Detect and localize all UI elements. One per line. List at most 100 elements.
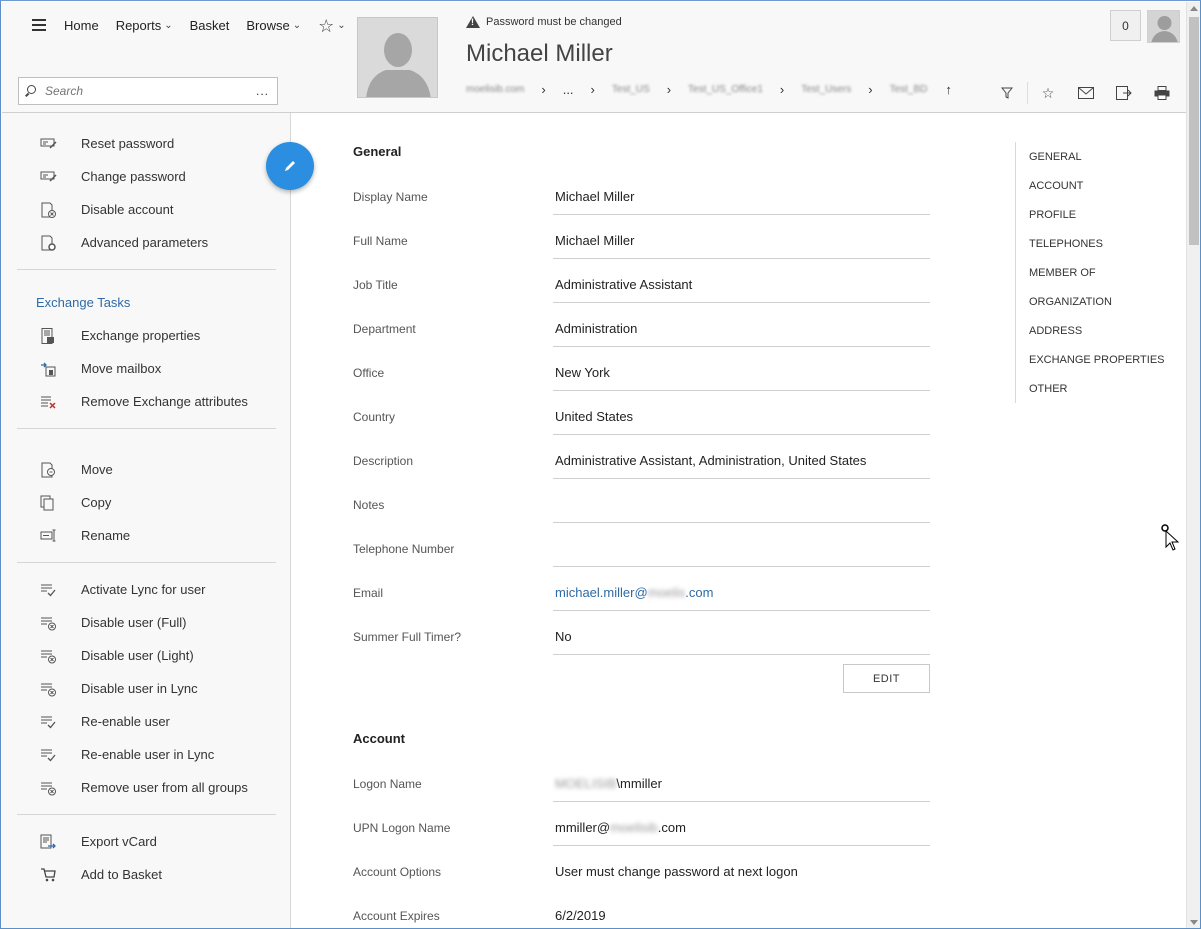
sidebar-item-label: Advanced parameters <box>81 235 209 250</box>
breadcrumb-item[interactable]: Test_US_Office1 <box>688 84 763 95</box>
field-value: Michael Miller <box>555 233 635 248</box>
section-nav-profile[interactable]: PROFILE <box>1016 200 1185 229</box>
nav-home[interactable]: Home <box>64 18 99 33</box>
sidebar-item-disable-user-full[interactable]: Disable user (Full) <box>17 606 276 639</box>
disable-user-light-icon <box>40 648 58 664</box>
field-underline <box>553 434 930 435</box>
sidebar-item-exchange-properties[interactable]: Exchange properties <box>17 319 276 352</box>
menu-icon[interactable] <box>32 19 46 31</box>
edit-fab-button[interactable] <box>266 142 314 190</box>
current-user-avatar[interactable] <box>1147 10 1180 43</box>
section-nav: GENERAL ACCOUNT PROFILE TELEPHONES MEMBE… <box>1015 142 1185 403</box>
sidebar-item-disable-user-light[interactable]: Disable user (Light) <box>17 639 276 672</box>
email-link[interactable]: michael.miller@moelis.com <box>555 585 713 600</box>
field-underline <box>553 845 930 846</box>
print-icon[interactable] <box>1152 85 1172 101</box>
arrow-up-icon[interactable]: ↑ <box>945 82 952 97</box>
nav-reports[interactable]: Reports ⌄ <box>116 18 173 33</box>
basket-count-badge[interactable]: 0 <box>1110 10 1141 41</box>
field-label: Account Expires <box>353 909 440 923</box>
sidebar: Reset password Change password Disable a… <box>2 113 291 928</box>
email-icon[interactable] <box>1076 85 1096 101</box>
breadcrumb-item[interactable]: Test_US <box>612 84 650 95</box>
section-nav-telephones[interactable]: TELEPHONES <box>1016 229 1185 258</box>
sidebar-group-password: Reset password Change password Disable a… <box>17 127 276 270</box>
scroll-up-icon[interactable] <box>1190 6 1198 11</box>
section-nav-member-of[interactable]: MEMBER OF <box>1016 258 1185 287</box>
chevron-down-icon: ⌄ <box>337 20 346 31</box>
sidebar-item-move[interactable]: Move <box>17 453 276 486</box>
edit-button[interactable]: EDIT <box>843 664 930 693</box>
field-label: Job Title <box>353 278 398 292</box>
sidebar-item-disable-account[interactable]: Disable account <box>17 193 276 226</box>
section-nav-account[interactable]: ACCOUNT <box>1016 171 1185 200</box>
scrollbar-thumb[interactable] <box>1189 17 1199 245</box>
favorite-star-icon[interactable]: ☆ <box>1038 85 1058 101</box>
field-underline <box>553 801 930 802</box>
email-prefix: michael.miller@ <box>555 585 648 600</box>
sidebar-item-export-vcard[interactable]: Export vCard <box>17 825 276 858</box>
favorites-menu[interactable]: ☆ ⌄ <box>318 17 346 35</box>
field-value: MOELISIB\mmiller <box>555 776 662 791</box>
section-nav-address[interactable]: ADDRESS <box>1016 316 1185 345</box>
field-value: Administration <box>555 321 638 336</box>
nav-label: Basket <box>189 18 230 33</box>
export-icon[interactable] <box>1114 85 1134 101</box>
nav-basket[interactable]: Basket <box>190 18 230 33</box>
field-label: Account Options <box>353 865 442 879</box>
field-underline <box>553 522 930 523</box>
sidebar-item-change-password[interactable]: Change password <box>17 160 276 193</box>
sidebar-item-label: Re-enable user <box>81 714 170 729</box>
sidebar-item-add-basket[interactable]: Add to Basket <box>17 858 276 891</box>
divider <box>17 562 276 563</box>
sidebar-item-advanced-parameters[interactable]: Advanced parameters <box>17 226 276 259</box>
field-underline <box>553 654 930 655</box>
app-window: Home Reports⌄ Basket Browse⌄ ☆⌄ ... Pass… <box>0 0 1201 929</box>
search-input[interactable] <box>45 84 245 98</box>
sidebar-item-remove-groups[interactable]: Remove user from all groups <box>17 771 276 804</box>
sidebar-item-reset-password[interactable]: Reset password <box>17 127 276 160</box>
search-options-button[interactable]: ... <box>256 84 269 98</box>
scroll-down-icon[interactable] <box>1190 920 1198 925</box>
breadcrumb-ellipsis[interactable]: ... <box>563 82 574 97</box>
section-nav-organization[interactable]: ORGANIZATION <box>1016 287 1185 316</box>
upn-suffix: .com <box>657 820 686 835</box>
search-box[interactable]: ... <box>18 77 278 105</box>
sidebar-item-label: Add to Basket <box>81 867 162 882</box>
field-notes: Notes <box>353 492 930 536</box>
section-nav-general[interactable]: GENERAL <box>1016 142 1185 171</box>
field-label: Country <box>353 410 396 424</box>
sidebar-item-label: Disable account <box>81 202 174 217</box>
field-label: Summer Full Timer? <box>353 630 462 644</box>
section-title-general: General <box>353 144 402 159</box>
basket-icon <box>40 867 58 883</box>
field-value: mmiller@moelisib.com <box>555 820 686 835</box>
vertical-scrollbar[interactable] <box>1186 2 1200 928</box>
breadcrumb-item[interactable]: Test_BD <box>890 84 928 95</box>
nav-browse[interactable]: Browse ⌄ <box>246 18 301 33</box>
field-underline <box>553 214 930 215</box>
pencil-icon <box>285 161 295 171</box>
sidebar-item-activate-lync[interactable]: Activate Lync for user <box>17 573 276 606</box>
field-underline <box>553 346 930 347</box>
chevron-down-icon: ⌄ <box>292 20 302 31</box>
breadcrumb-item[interactable]: moelisib.com <box>466 84 524 95</box>
field-office: Office New York <box>353 360 930 404</box>
section-nav-other[interactable]: OTHER <box>1016 374 1185 403</box>
sidebar-item-reenable-user[interactable]: Re-enable user <box>17 705 276 738</box>
filter-icon[interactable] <box>997 85 1017 101</box>
sidebar-item-reenable-lync[interactable]: Re-enable user in Lync <box>17 738 276 771</box>
divider <box>17 269 276 270</box>
sidebar-item-remove-exchange[interactable]: Remove Exchange attributes <box>17 385 276 418</box>
sidebar-item-label: Remove user from all groups <box>81 780 248 795</box>
disable-account-icon <box>40 202 58 218</box>
sidebar-item-disable-lync[interactable]: Disable user in Lync <box>17 672 276 705</box>
breadcrumb-item[interactable]: Test_Users <box>801 84 851 95</box>
sidebar-item-move-mailbox[interactable]: Move mailbox <box>17 352 276 385</box>
field-job-title: Job Title Administrative Assistant <box>353 272 930 316</box>
section-nav-exchange-properties[interactable]: EXCHANGE PROPERTIES <box>1016 345 1185 374</box>
sidebar-item-copy[interactable]: Copy <box>17 486 276 519</box>
mouse-cursor-icon <box>1161 524 1180 551</box>
sidebar-item-rename[interactable]: Rename <box>17 519 276 552</box>
main-content: General Display Name Michael Miller Full… <box>292 114 1186 928</box>
